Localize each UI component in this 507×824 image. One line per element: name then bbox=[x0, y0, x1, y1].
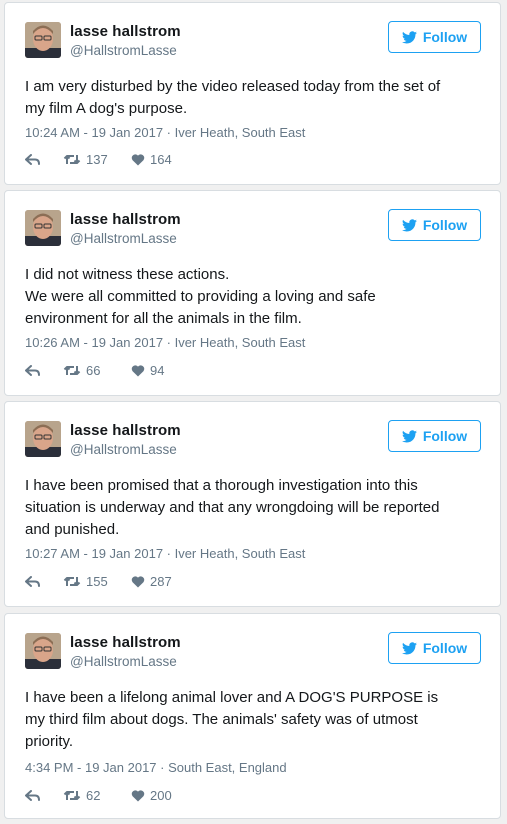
avatar[interactable] bbox=[25, 421, 61, 457]
reply-icon bbox=[25, 789, 40, 801]
display-name[interactable]: lasse hallstrom bbox=[70, 422, 181, 439]
like-button[interactable]: 94 bbox=[131, 363, 164, 378]
reply-button[interactable] bbox=[25, 789, 63, 802]
heart-icon bbox=[131, 154, 145, 166]
tweet-card: lasse hallstrom @HallstromLasse Follow I… bbox=[4, 2, 501, 185]
bird-icon bbox=[401, 429, 417, 442]
retweet-button[interactable]: 66 bbox=[63, 363, 131, 378]
like-count: 94 bbox=[150, 363, 165, 378]
tweet-timestamp[interactable]: 10:27 AM - 19 Jan 2017 · Iver Heath, Sou… bbox=[25, 546, 305, 561]
tweet-timestamp[interactable]: 10:24 AM - 19 Jan 2017 · Iver Heath, Sou… bbox=[25, 125, 305, 140]
user-handle[interactable]: @HallstromLasse bbox=[70, 442, 177, 457]
follow-button[interactable]: Follow bbox=[388, 420, 481, 452]
like-count: 287 bbox=[150, 574, 172, 589]
tweet-actions: 62 200 bbox=[25, 788, 172, 803]
tweet-text: I am very disturbed by the video release… bbox=[25, 78, 441, 117]
reply-icon bbox=[25, 364, 40, 376]
avatar[interactable] bbox=[25, 633, 61, 669]
retweet-count: 62 bbox=[86, 788, 101, 803]
heart-icon bbox=[131, 576, 145, 588]
reply-button[interactable] bbox=[25, 575, 63, 588]
user-handle[interactable]: @HallstromLasse bbox=[70, 231, 177, 246]
like-button[interactable]: 287 bbox=[131, 574, 172, 589]
follow-button[interactable]: Follow bbox=[388, 209, 481, 241]
tweet-card: lasse hallstrom @HallstromLasse Follow I… bbox=[4, 401, 501, 607]
tweet-card: lasse hallstrom @HallstromLasse Follow I… bbox=[4, 190, 501, 396]
like-button[interactable]: 164 bbox=[131, 152, 172, 167]
tweet-text: I have been promised that a thorough inv… bbox=[25, 477, 440, 538]
follow-label: Follow bbox=[422, 29, 468, 45]
heart-icon bbox=[131, 790, 145, 802]
retweet-count: 155 bbox=[86, 574, 108, 589]
like-count: 200 bbox=[150, 788, 172, 803]
heart-icon bbox=[131, 365, 145, 377]
tweet-timestamp[interactable]: 10:26 AM - 19 Jan 2017 · Iver Heath, Sou… bbox=[25, 335, 305, 350]
follow-label: Follow bbox=[422, 217, 468, 233]
display-name[interactable]: lasse hallstrom bbox=[70, 23, 181, 40]
retweet-icon bbox=[63, 791, 81, 800]
follow-button[interactable]: Follow bbox=[388, 21, 481, 53]
bird-icon bbox=[401, 30, 417, 43]
retweet-count: 137 bbox=[86, 152, 108, 167]
retweet-button[interactable]: 137 bbox=[63, 152, 131, 167]
tweet-text: I did not witness these actions. We were… bbox=[25, 266, 376, 327]
like-button[interactable]: 200 bbox=[131, 788, 172, 803]
tweet-card: lasse hallstrom @HallstromLasse Follow I… bbox=[4, 613, 501, 819]
retweet-button[interactable]: 62 bbox=[63, 788, 131, 803]
follow-button[interactable]: Follow bbox=[388, 632, 481, 664]
reply-icon bbox=[25, 153, 40, 165]
tweet-actions: 137 164 bbox=[25, 152, 172, 167]
display-name[interactable]: lasse hallstrom bbox=[70, 211, 181, 228]
user-handle[interactable]: @HallstromLasse bbox=[70, 43, 177, 58]
like-count: 164 bbox=[150, 152, 172, 167]
avatar[interactable] bbox=[25, 22, 61, 58]
tweet-actions: 66 94 bbox=[25, 363, 164, 378]
tweet-timestamp[interactable]: 4:34 PM - 19 Jan 2017 · South East, Engl… bbox=[25, 760, 287, 775]
follow-label: Follow bbox=[422, 428, 468, 444]
bird-icon bbox=[401, 641, 417, 654]
reply-icon bbox=[25, 575, 40, 587]
display-name[interactable]: lasse hallstrom bbox=[70, 634, 181, 651]
follow-label: Follow bbox=[422, 640, 468, 656]
retweet-count: 66 bbox=[86, 363, 101, 378]
tweet-text: I have been a lifelong animal lover and … bbox=[25, 689, 439, 750]
reply-button[interactable] bbox=[25, 364, 63, 377]
bird-icon bbox=[401, 218, 417, 231]
retweet-icon bbox=[63, 366, 81, 375]
avatar[interactable] bbox=[25, 210, 61, 246]
retweet-icon bbox=[63, 577, 81, 586]
retweet-icon bbox=[63, 155, 81, 164]
retweet-button[interactable]: 155 bbox=[63, 574, 131, 589]
tweet-actions: 155 287 bbox=[25, 574, 172, 589]
user-handle[interactable]: @HallstromLasse bbox=[70, 654, 177, 669]
reply-button[interactable] bbox=[25, 153, 63, 166]
